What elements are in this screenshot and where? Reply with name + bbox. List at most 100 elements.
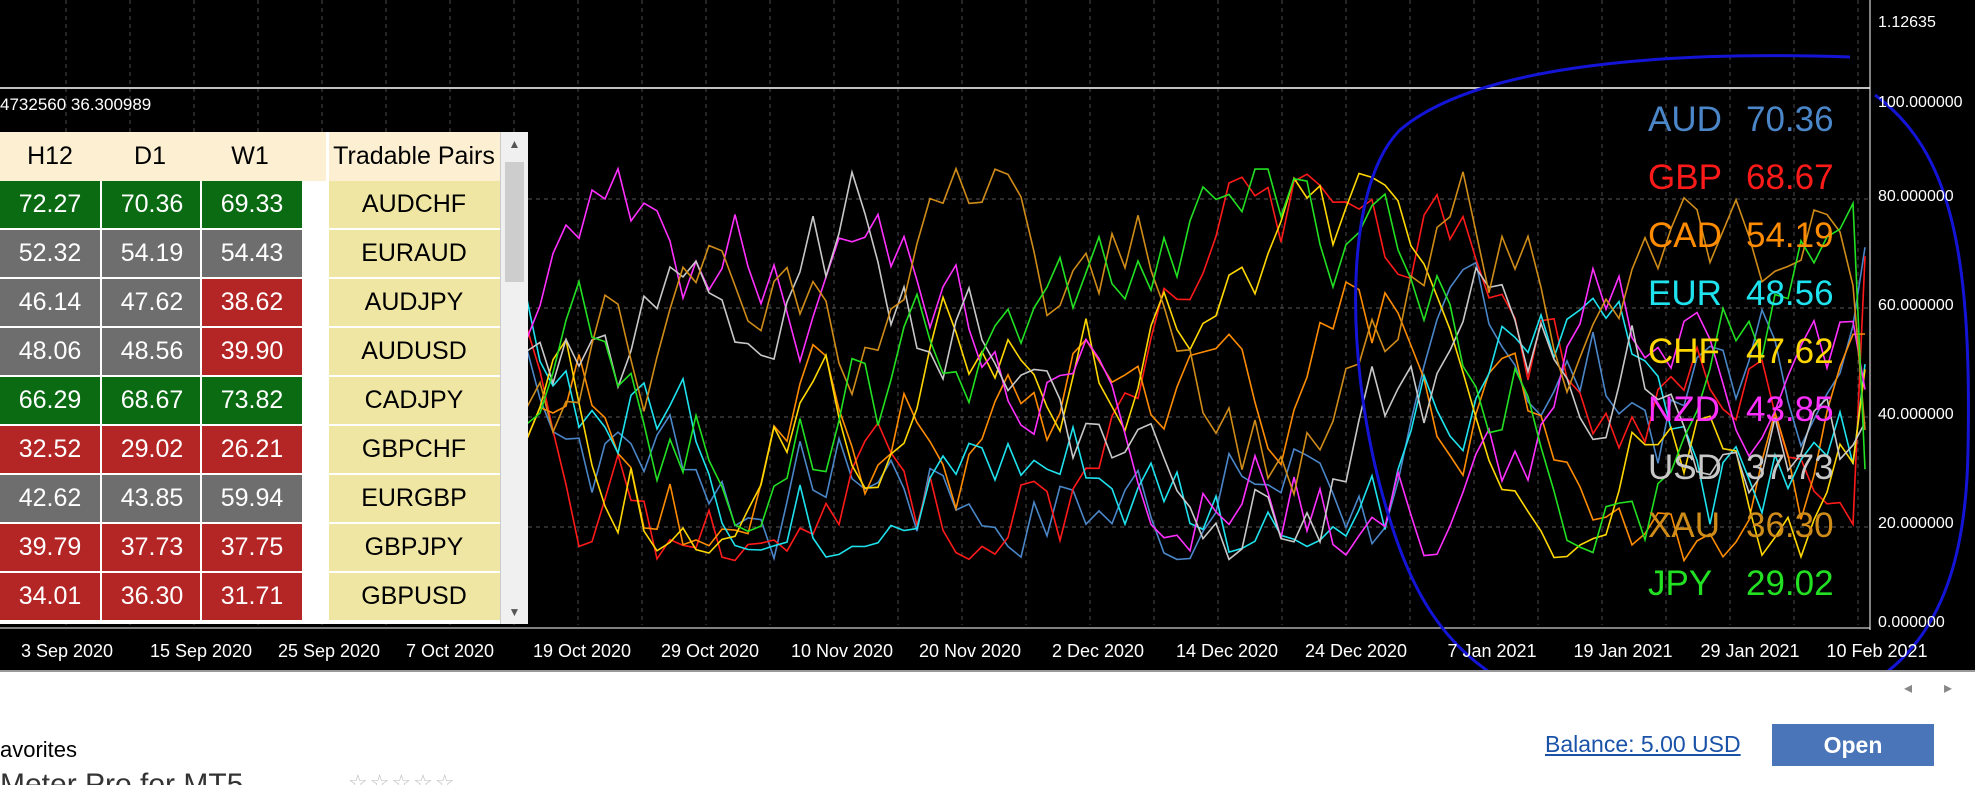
product-title: Meter Pro for MT5 [0, 768, 244, 785]
chart-area[interactable]: 4732560 36.300989 H12 D1 W1 Tradable Pai… [0, 0, 1975, 670]
table-row[interactable]: 39.79 37.73 37.75 GBPJPY [0, 524, 500, 573]
cell-pair[interactable]: CADJPY [328, 377, 500, 426]
cell-d1: 37.73 [100, 524, 202, 573]
cell-h12: 72.27 [0, 181, 100, 230]
cell-h12: 66.29 [0, 377, 100, 426]
cell-d1: 29.02 [100, 426, 202, 475]
cell-w1: 37.75 [200, 524, 302, 573]
favorites-tab[interactable]: avorites [0, 737, 77, 763]
legend-currency: NZD [1648, 390, 1720, 429]
cell-w1: 31.71 [200, 573, 302, 622]
legend-value: 29.02 [1746, 564, 1834, 603]
x-axis-label: 19 Jan 2021 [1573, 641, 1673, 661]
legend-value: 47.62 [1746, 332, 1834, 371]
cell-pair[interactable]: GBPCHF [328, 426, 500, 475]
legend-value: 68.67 [1746, 158, 1834, 197]
table-row[interactable]: 66.29 68.67 73.82 CADJPY [0, 377, 500, 426]
legend-currency: JPY [1648, 564, 1713, 603]
table-row[interactable]: 48.06 48.56 39.90 AUDUSD [0, 328, 500, 377]
legend-currency: CHF [1648, 332, 1720, 371]
table-row[interactable]: 32.52 29.02 26.21 GBPCHF [0, 426, 500, 475]
table-scrollbar[interactable]: ▲ ▼ [500, 132, 528, 624]
cell-h12: 39.79 [0, 524, 100, 573]
cell-h12: 52.32 [0, 230, 100, 279]
x-axis-label: 3 Sep 2020 [20, 641, 114, 661]
scroll-right-icon[interactable]: ▸ [1944, 678, 1952, 698]
legend-value: 37.73 [1746, 448, 1834, 487]
cell-h12: 34.01 [0, 573, 100, 622]
y-axis-label: 100.000000 [1878, 94, 1963, 111]
x-axis-label: 10 Feb 2021 [1826, 641, 1928, 661]
table-header: H12 D1 W1 Tradable Pairs [0, 132, 500, 181]
y-axis-label: 0.000000 [1878, 614, 1945, 631]
cell-pair[interactable]: GBPUSD [328, 573, 500, 622]
market-bottom-bar: avorites Balance: 5.00 USD Open [0, 704, 1975, 767]
x-axis-label: 25 Sep 2020 [277, 641, 381, 661]
legend-value: 54.19 [1746, 216, 1834, 255]
cell-d1: 47.62 [100, 279, 202, 328]
legend-value: 36.30 [1746, 506, 1834, 545]
y-axis-label: 40.000000 [1878, 406, 1954, 423]
cell-w1: 73.82 [200, 377, 302, 426]
table-row[interactable]: 72.27 70.36 69.33 AUDCHF [0, 181, 500, 230]
legend-value: 70.36 [1746, 100, 1834, 139]
cell-w1: 39.90 [200, 328, 302, 377]
scroll-thumb[interactable] [505, 162, 524, 282]
scroll-up-icon[interactable]: ▲ [501, 132, 528, 156]
rating-stars-icon: ☆☆☆☆☆ [348, 770, 457, 785]
table-row[interactable]: 46.14 47.62 38.62 AUDJPY [0, 279, 500, 328]
cell-w1: 59.94 [200, 475, 302, 524]
legend-currency: USD [1648, 448, 1722, 487]
header-h12[interactable]: H12 [0, 132, 100, 181]
cell-h12: 48.06 [0, 328, 100, 377]
cell-d1: 68.67 [100, 377, 202, 426]
chart-horizontal-scrollbar[interactable]: ◂ ▸ [0, 670, 1975, 707]
y-axis-label: 20.000000 [1878, 515, 1954, 532]
cell-pair[interactable]: AUDJPY [328, 279, 500, 328]
header-d1[interactable]: D1 [100, 132, 200, 181]
table-row[interactable]: 34.01 36.30 31.71 GBPUSD [0, 573, 500, 622]
legend-value: 48.56 [1746, 274, 1834, 313]
legend-currency: AUD [1648, 100, 1722, 139]
open-button[interactable]: Open [1772, 724, 1934, 766]
cell-h12: 42.62 [0, 475, 100, 524]
legend-currency: GBP [1648, 158, 1722, 197]
cell-d1: 43.85 [100, 475, 202, 524]
x-axis-label: 7 Jan 2021 [1447, 641, 1537, 661]
product-title-bar: Meter Pro for MT5 ☆☆☆☆☆ [0, 766, 1975, 785]
legend-currency: XAU [1648, 506, 1720, 545]
legend-currency: EUR [1648, 274, 1722, 313]
cell-pair[interactable]: AUDUSD [328, 328, 500, 377]
x-axis-label: 19 Oct 2020 [532, 641, 632, 661]
cell-w1: 69.33 [200, 181, 302, 230]
table-divider [326, 132, 329, 624]
x-axis-label: 2 Dec 2020 [1051, 641, 1145, 661]
table-row[interactable]: 52.32 54.19 54.43 EURAUD [0, 230, 500, 279]
scroll-left-icon[interactable]: ◂ [1904, 678, 1912, 698]
cell-d1: 36.30 [100, 573, 202, 622]
legend-value: 43.85 [1746, 390, 1834, 429]
x-axis-label: 29 Oct 2020 [660, 641, 760, 661]
table-row[interactable]: 42.62 43.85 59.94 EURGBP [0, 475, 500, 524]
x-axis-label: 14 Dec 2020 [1175, 641, 1279, 661]
tradable-pairs-table: H12 D1 W1 Tradable Pairs 72.27 70.36 69.33… [0, 132, 528, 624]
x-axis-label: 29 Jan 2021 [1700, 641, 1800, 661]
cell-pair[interactable]: EURAUD [328, 230, 500, 279]
x-axis-label: 15 Sep 2020 [149, 641, 253, 661]
cell-pair[interactable]: AUDCHF [328, 181, 500, 230]
cell-w1: 38.62 [200, 279, 302, 328]
x-axis-label: 24 Dec 2020 [1304, 641, 1408, 661]
cell-d1: 70.36 [100, 181, 202, 230]
cell-pair[interactable]: GBPJPY [328, 524, 500, 573]
cell-h12: 32.52 [0, 426, 100, 475]
x-axis-label: 7 Oct 2020 [405, 641, 495, 661]
header-tradable-pairs[interactable]: Tradable Pairs [328, 132, 500, 181]
balance-link[interactable]: Balance: 5.00 USD [1545, 731, 1741, 758]
legend-currency: CAD [1648, 216, 1722, 255]
header-w1[interactable]: W1 [200, 132, 300, 181]
cell-w1: 26.21 [200, 426, 302, 475]
cell-w1: 54.43 [200, 230, 302, 279]
cell-pair[interactable]: EURGBP [328, 475, 500, 524]
scroll-down-icon[interactable]: ▼ [501, 600, 528, 624]
cell-d1: 54.19 [100, 230, 202, 279]
